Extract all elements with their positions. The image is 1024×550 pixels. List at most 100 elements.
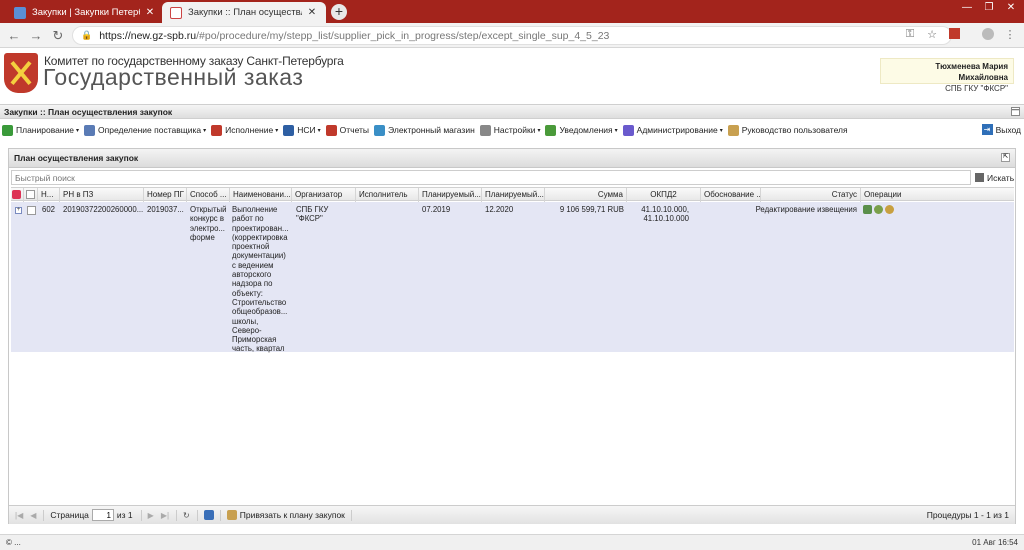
next-page-icon[interactable]: ▶ bbox=[148, 511, 154, 520]
cell-plan-start: 07.2019 bbox=[422, 205, 451, 214]
save-icon[interactable] bbox=[203, 510, 214, 520]
cell-pg-number: 2019037... bbox=[147, 205, 184, 214]
browser-tab-2[interactable]: Закупки :: План осуществле... ✕ bbox=[162, 2, 326, 23]
menu-item-4[interactable]: Отчеты bbox=[325, 124, 369, 136]
tab-title: Закупки :: План осуществле... bbox=[188, 7, 302, 18]
menu-item-label: Электронный магазин bbox=[388, 125, 475, 135]
cell-number: 602 bbox=[42, 205, 56, 214]
column-header-operations: Операции bbox=[864, 190, 902, 199]
column-header-plan-end[interactable]: Планируемый... bbox=[482, 188, 545, 202]
back-icon[interactable]: ← bbox=[6, 28, 22, 44]
first-page-icon[interactable]: |◀ bbox=[15, 511, 23, 520]
quick-search-input[interactable] bbox=[11, 170, 971, 185]
page-number-input[interactable] bbox=[91, 509, 114, 521]
menu-item-label: НСИ bbox=[297, 125, 316, 135]
chart-icon[interactable] bbox=[863, 205, 872, 214]
search-icon bbox=[975, 173, 984, 182]
minimize-icon[interactable]: — bbox=[958, 2, 976, 13]
cell-organizer: СПБ ГКУ "ФКСР" bbox=[296, 205, 329, 224]
column-header-rn[interactable]: РН в ПЗ bbox=[60, 188, 144, 202]
prev-page-icon[interactable]: ◀ bbox=[30, 511, 36, 520]
column-header-justification[interactable]: Обоснование ... bbox=[701, 188, 761, 202]
pdf-extension-icon[interactable] bbox=[946, 28, 962, 42]
site-favicon-icon bbox=[170, 6, 182, 19]
close-window-icon[interactable]: ✕ bbox=[1002, 2, 1020, 13]
address-path: /#po/procedure/my/stepp_list/supplier_pi… bbox=[196, 29, 610, 42]
status-left: © ... bbox=[6, 538, 21, 547]
lock-icon: 🔒 bbox=[81, 30, 93, 40]
shield-icon[interactable] bbox=[885, 205, 894, 214]
column-header-status[interactable]: Статус bbox=[761, 188, 861, 202]
menu-item-label: Администрирование bbox=[636, 125, 718, 135]
minimize-portlet-icon[interactable]: — bbox=[1011, 107, 1020, 116]
user-organization: СПБ ГКУ "ФКСР" bbox=[945, 84, 1008, 93]
row-checkbox[interactable] bbox=[27, 206, 36, 215]
column-header-plan-start[interactable]: Планируемый... bbox=[419, 188, 482, 202]
expand-row-icon[interactable]: + bbox=[15, 207, 22, 214]
bind-to-plan-button[interactable]: Привязать к плану закупок bbox=[226, 510, 345, 520]
status-bar: © ... 01 Авг 16:54 bbox=[0, 534, 1024, 550]
menu-item-0[interactable]: Планирование ▾ bbox=[2, 124, 80, 136]
chevron-down-icon: ▾ bbox=[76, 127, 80, 134]
menu-item-3[interactable]: НСИ ▾ bbox=[283, 124, 321, 136]
tab-close-icon[interactable]: ✕ bbox=[306, 7, 318, 18]
settings-gear-icon[interactable] bbox=[874, 205, 883, 214]
browser-tabstrip: Закупки | Закупки Петербурга ✕ Закупки :… bbox=[0, 0, 1024, 23]
portlet-title-bar: Закупки :: План осуществления закупок — bbox=[0, 104, 1024, 119]
column-header-executor[interactable]: Исполнитель bbox=[356, 188, 419, 202]
cell-operations bbox=[863, 205, 923, 216]
exit-label: Выход bbox=[995, 124, 1021, 135]
page-of: из 1 bbox=[116, 510, 133, 520]
grid-header: Н... РН в ПЗ Номер ПГ Способ ... Наимено… bbox=[11, 187, 1014, 202]
address-bar[interactable]: 🔒 https://new.gz-spb.ru/#po/procedure/my… bbox=[72, 26, 952, 45]
new-tab-button[interactable]: + bbox=[331, 4, 347, 20]
execution-icon bbox=[211, 124, 223, 136]
panel-title: План осуществления закупок bbox=[14, 153, 139, 163]
column-header-name[interactable]: Наименовани... ▿ bbox=[230, 188, 292, 202]
last-page-icon[interactable]: ▶| bbox=[161, 511, 169, 520]
user-name: Тюхменева Мария Михайловна bbox=[935, 62, 1008, 82]
browser-menu-icon[interactable]: ⋮ bbox=[1002, 28, 1018, 41]
menu-item-8[interactable]: Администрирование ▾ bbox=[622, 124, 723, 136]
grid-empty-area bbox=[11, 353, 1014, 503]
table-row[interactable]: + 602 20190372200260000... 2019037... От… bbox=[11, 202, 1014, 372]
menu-item-6[interactable]: Настройки ▾ bbox=[479, 124, 540, 136]
menu-item-1[interactable]: Определение поставщика ▾ bbox=[84, 124, 206, 136]
profile-avatar-icon[interactable] bbox=[980, 28, 996, 43]
settings-icon bbox=[479, 124, 491, 136]
cell-name: Выполнение работ по проектирован... (кор… bbox=[232, 205, 289, 372]
column-header-pg-number[interactable]: Номер ПГ bbox=[144, 188, 187, 202]
site-header: Комитет по государственному заказу Санкт… bbox=[0, 48, 1024, 103]
manual-icon bbox=[727, 124, 739, 136]
column-header-method[interactable]: Способ ... bbox=[187, 188, 230, 202]
user-info[interactable]: Тюхменева Мария Михайловна СПБ ГКУ "ФКСР… bbox=[880, 58, 1014, 93]
key-icon[interactable]: ⚿ bbox=[902, 28, 918, 41]
menu-item-2[interactable]: Исполнение ▾ bbox=[211, 124, 278, 136]
reports-icon bbox=[325, 124, 337, 136]
site-favicon-icon bbox=[14, 6, 26, 19]
reload-icon[interactable]: ↻ bbox=[50, 28, 66, 44]
menu-item-5[interactable]: Электронный магазин bbox=[374, 124, 475, 136]
forward-icon[interactable]: → bbox=[28, 28, 44, 44]
select-all-checkbox[interactable] bbox=[24, 188, 38, 202]
chevron-down-icon: ▾ bbox=[614, 127, 618, 134]
column-header-sum[interactable]: Сумма bbox=[545, 188, 627, 202]
filter-icon[interactable] bbox=[11, 188, 24, 202]
column-header-organizer[interactable]: Организатор bbox=[292, 188, 356, 202]
collapse-panel-icon[interactable]: ⇱ bbox=[1001, 153, 1010, 162]
menu-item-7[interactable]: Уведомления ▾ bbox=[545, 124, 618, 136]
column-header-number[interactable]: Н... bbox=[38, 188, 60, 202]
main-menu: Планирование ▾ Определение поставщика ▾ Испо… bbox=[0, 122, 1024, 138]
browser-tab-1[interactable]: Закупки | Закупки Петербурга ✕ bbox=[6, 2, 164, 23]
refresh-icon[interactable]: ↻ bbox=[183, 511, 190, 520]
column-header-okpd2[interactable]: ОКПД2 bbox=[627, 188, 701, 202]
portlet-title: Закупки :: План осуществления закупок bbox=[4, 107, 173, 117]
exit-button[interactable]: ⇥ Выход bbox=[981, 124, 1021, 135]
bookmark-star-icon[interactable]: ☆ bbox=[924, 28, 940, 41]
shop-icon bbox=[374, 124, 386, 136]
menu-item-9[interactable]: Руководство пользователя bbox=[727, 124, 848, 136]
admin-icon bbox=[622, 124, 634, 136]
maximize-icon[interactable]: ❐ bbox=[980, 2, 998, 13]
tab-close-icon[interactable]: ✕ bbox=[144, 7, 156, 18]
search-button[interactable]: Искать bbox=[975, 170, 1014, 185]
